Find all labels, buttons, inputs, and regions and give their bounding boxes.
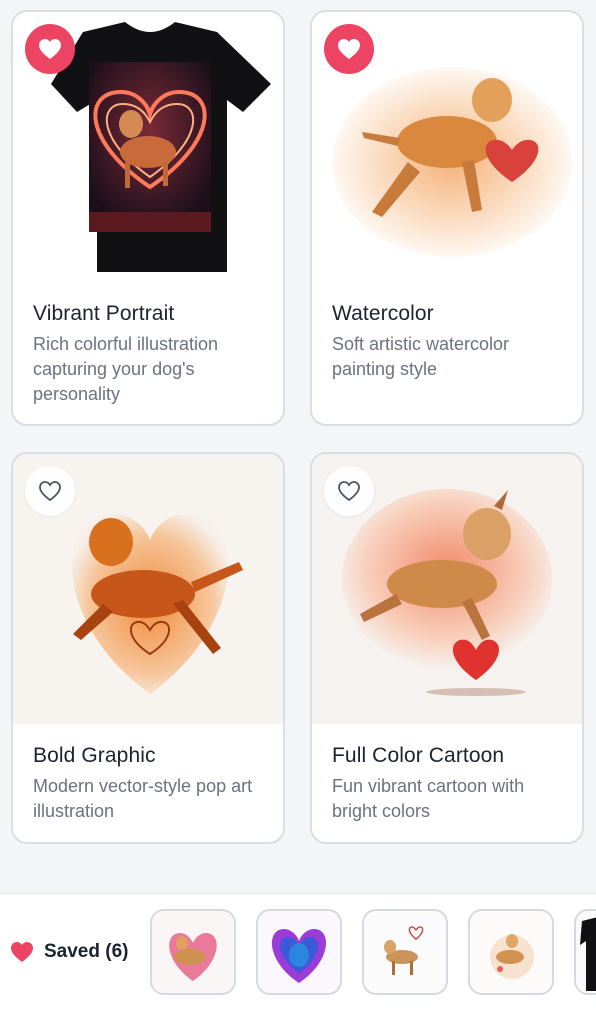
card-description: Modern vector-style pop art illustration: [33, 776, 253, 821]
favorite-button[interactable]: [25, 24, 75, 74]
card-info: Bold Graphic Modern vector-style pop art…: [13, 724, 283, 842]
saved-count-label: Saved (6): [44, 941, 129, 962]
saved-thumbnail[interactable]: [362, 909, 448, 995]
card-title: Watercolor: [332, 302, 434, 325]
card-info: Watercolor Soft artistic watercolor pain…: [312, 280, 582, 424]
style-card-bold-graphic[interactable]: Bold Graphic Modern vector-style pop art…: [11, 452, 285, 844]
style-grid: Vibrant Portrait Rich colorful illustrat…: [0, 0, 596, 880]
saved-thumbnail[interactable]: [256, 909, 342, 995]
card-title: Vibrant Portrait: [33, 302, 175, 325]
heart-outline-icon: [39, 481, 61, 502]
style-card-vibrant-portrait[interactable]: Vibrant Portrait Rich colorful illustrat…: [11, 10, 285, 426]
card-info: Full Color Cartoon Fun vibrant cartoon w…: [312, 724, 582, 842]
saved-thumbnail[interactable]: [468, 909, 554, 995]
style-card-full-color-cartoon[interactable]: Full Color Cartoon Fun vibrant cartoon w…: [310, 452, 584, 844]
saved-thumbnails: [150, 909, 596, 997]
favorite-button[interactable]: [324, 466, 374, 516]
saved-button[interactable]: Saved (6): [10, 934, 128, 970]
card-description: Soft artistic watercolor painting style: [332, 334, 510, 379]
saved-thumbnail[interactable]: [150, 909, 236, 995]
favorite-button[interactable]: [324, 24, 374, 74]
card-description: Fun vibrant cartoon with bright colors: [332, 776, 525, 821]
card-title: Bold Graphic: [33, 744, 156, 767]
favorite-button[interactable]: [25, 466, 75, 516]
heart-icon: [39, 39, 61, 59]
card-info: Vibrant Portrait Rich colorful illustrat…: [13, 280, 283, 424]
card-title: Full Color Cartoon: [332, 744, 505, 767]
saved-thumbnail[interactable]: [574, 909, 596, 995]
style-card-watercolor[interactable]: Watercolor Soft artistic watercolor pain…: [310, 10, 584, 426]
heart-outline-icon: [338, 481, 360, 502]
heart-icon: [338, 39, 360, 59]
saved-bar: Saved (6): [0, 893, 596, 1024]
card-description: Rich colorful illustration capturing you…: [33, 334, 219, 404]
heart-icon: [11, 942, 33, 962]
